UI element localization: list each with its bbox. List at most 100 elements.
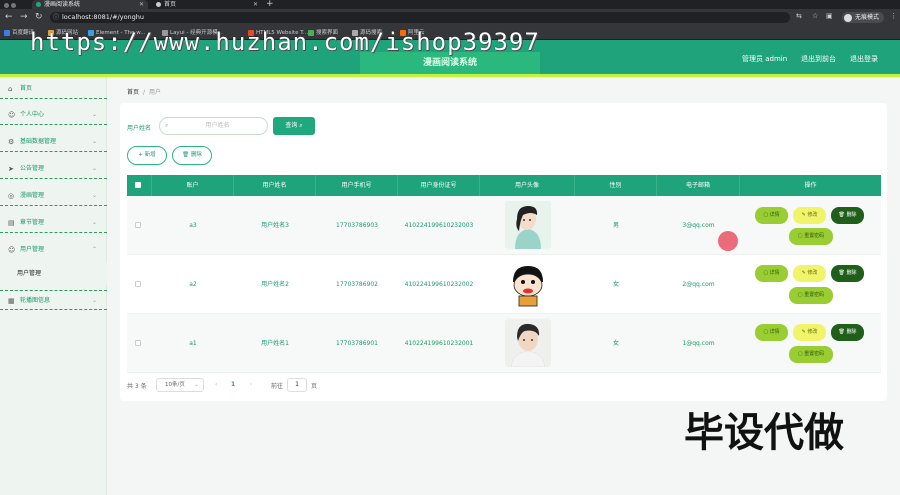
sidebar-item-notice[interactable]: ➤ 公告管理 ⌄ — [0, 159, 107, 179]
account-cell: a2 — [189, 281, 197, 288]
new-tab-icon[interactable]: + — [266, 0, 274, 9]
address-bar[interactable]: ⓘ localhost:8081/#/yonghu — [50, 12, 790, 23]
edit-button[interactable]: ✎ 修改 — [793, 207, 826, 224]
watermark-url: https://www.huzhan.com/ishop39397 — [30, 28, 540, 56]
batch-delete-button[interactable]: 🗑 删除 — [172, 146, 212, 165]
profile-label: 无痕模式 — [855, 14, 880, 21]
account-cell: a3 — [189, 222, 197, 229]
view-button[interactable]: ▢ 详情 — [755, 207, 788, 224]
reset-icon: ▢ — [797, 292, 803, 298]
bookmark-icon — [4, 30, 10, 36]
window-controls[interactable] — [4, 2, 24, 8]
back-arrow-icon[interactable]: ← — [5, 11, 13, 24]
logout-button[interactable]: 退出登录 — [850, 54, 878, 64]
chevron-down-icon: ⌄ — [91, 138, 97, 145]
sidebar-item-users[interactable]: ☺ 用户管理 ⌃ — [0, 240, 107, 260]
select-all-checkbox[interactable] — [135, 182, 141, 188]
table-row: a2 用户姓名2 17703786902 410224199610232002 … — [127, 255, 881, 314]
translate-icon[interactable]: ⇆ — [796, 12, 802, 20]
compass-icon: ◎ — [8, 192, 15, 200]
header-accent-line — [0, 74, 900, 77]
sidebar-item-comic[interactable]: ◎ 漫画管理 ⌄ — [0, 186, 107, 206]
delete-button[interactable]: 🗑 删除 — [831, 265, 864, 282]
avatar — [505, 201, 551, 249]
next-page-icon[interactable]: › — [250, 381, 252, 388]
chevron-down-icon: ⌄ — [194, 382, 199, 388]
reset-password-button[interactable]: ▢ 重置密码 — [789, 346, 833, 363]
phone-cell: 17703786903 — [336, 222, 378, 229]
sidebar-item-profile[interactable]: ☺ 个人中心 ⌄ — [0, 105, 107, 125]
view-icon: ▢ — [763, 329, 769, 335]
query-button[interactable]: 查询 ⌕ — [273, 117, 315, 135]
back-to-front-button[interactable]: 退出到前台 — [801, 54, 836, 64]
chevron-down-icon: ⌄ — [91, 192, 97, 199]
profile-button[interactable]: 无痕模式 — [842, 12, 885, 23]
globe-icon — [156, 2, 161, 7]
prev-page-icon[interactable]: ‹ — [215, 381, 217, 388]
browser-tab-active[interactable]: 漫画阅读系统 ✕ — [32, 0, 148, 9]
name-cell: 用户姓名1 — [261, 340, 289, 347]
avatar — [844, 13, 852, 22]
gender-cell: 女 — [612, 340, 619, 347]
user-icon: ☺ — [8, 246, 16, 254]
idcard-cell: 410224199610232003 — [404, 222, 474, 229]
forward-arrow-icon[interactable]: → — [20, 11, 28, 24]
tab-title: 漫画阅读系统 — [44, 1, 81, 8]
breadcrumb-separator: / — [143, 89, 146, 96]
gender-cell: 女 — [612, 281, 619, 288]
search-input[interactable]: ⌕ 用户姓名 — [159, 117, 268, 135]
column-header: 用户头像 — [480, 175, 575, 196]
sidebar-item-carousel[interactable]: ▦ 轮播图信息 ⌄ — [0, 290, 107, 310]
extensions-icon[interactable]: ▣ — [826, 12, 833, 20]
close-icon[interactable]: ✕ — [139, 0, 144, 9]
browser-tab[interactable]: 首页 ✕ — [152, 0, 262, 9]
add-button[interactable]: + 新增 — [127, 146, 167, 165]
row-checkbox[interactable] — [135, 281, 141, 287]
reset-password-button[interactable]: ▢ 重置密码 — [789, 287, 833, 304]
row-checkbox[interactable] — [135, 340, 141, 346]
edit-icon: ✎ — [801, 329, 806, 335]
menu-icon[interactable]: ⋮ — [890, 12, 897, 20]
edit-button[interactable]: ✎ 修改 — [793, 324, 826, 341]
select-all-cell — [127, 175, 152, 196]
sidebar-item-base-data[interactable]: ⚙ 基础数据管理 ⌄ — [0, 132, 107, 152]
sidebar-item-home[interactable]: ⌂ 首页 — [0, 79, 107, 99]
admin-label: 管理员 admin — [742, 55, 788, 63]
close-icon[interactable]: ✕ — [253, 0, 258, 9]
avatar — [505, 260, 551, 308]
send-icon: ➤ — [8, 165, 14, 173]
table-row: a3 用户姓名3 17703786903 410224199610232003 … — [127, 196, 881, 255]
view-button[interactable]: ▢ 详情 — [755, 265, 788, 282]
chevron-down-icon: ⌄ — [91, 297, 97, 304]
sidebar-item-chapter[interactable]: ▤ 章节管理 ⌄ — [0, 213, 107, 233]
chevron-down-icon: ⌄ — [91, 165, 97, 172]
row-checkbox[interactable] — [135, 222, 141, 228]
view-button[interactable]: ▢ 详情 — [755, 324, 788, 341]
browser-tab-strip: 漫画阅读系统 ✕ 首页 ✕ + — [0, 0, 900, 9]
delete-button[interactable]: 🗑 删除 — [831, 324, 864, 341]
page-size-select[interactable]: 10条/页 ⌄ — [156, 378, 204, 392]
edit-button[interactable]: ✎ 修改 — [793, 265, 826, 282]
email-cell: 1@qq.com — [682, 340, 715, 347]
pagination-total: 共 3 条 — [127, 383, 147, 390]
cursor-highlight — [718, 231, 738, 251]
current-page[interactable]: 1 — [231, 381, 235, 388]
edit-icon: ✎ — [801, 270, 806, 276]
reload-icon[interactable]: ↻ — [35, 11, 43, 24]
search-icon: ⌕ — [299, 122, 303, 129]
star-icon[interactable]: ☆ — [812, 12, 818, 20]
breadcrumb-home[interactable]: 首页 — [127, 89, 139, 96]
idcard-cell: 410224199610232001 — [404, 340, 474, 347]
reset-icon: ▢ — [797, 233, 803, 239]
sidebar-subitem-user-manage[interactable]: 用户管理 — [0, 263, 107, 285]
view-icon: ▢ — [763, 270, 769, 276]
reset-password-button[interactable]: ▢ 重置密码 — [789, 228, 833, 245]
trash-icon: 🗑 — [838, 329, 845, 335]
table-row: a1 用户姓名1 17703786901 410224199610232001 … — [127, 314, 881, 373]
column-header: 性别 — [575, 175, 657, 196]
goto-page-input[interactable]: 1 — [287, 378, 307, 392]
trash-icon: 🗑 — [838, 270, 845, 276]
gender-cell: 男 — [612, 222, 619, 229]
delete-button[interactable]: 🗑 删除 — [831, 207, 864, 224]
user-icon: ☺ — [8, 111, 16, 119]
